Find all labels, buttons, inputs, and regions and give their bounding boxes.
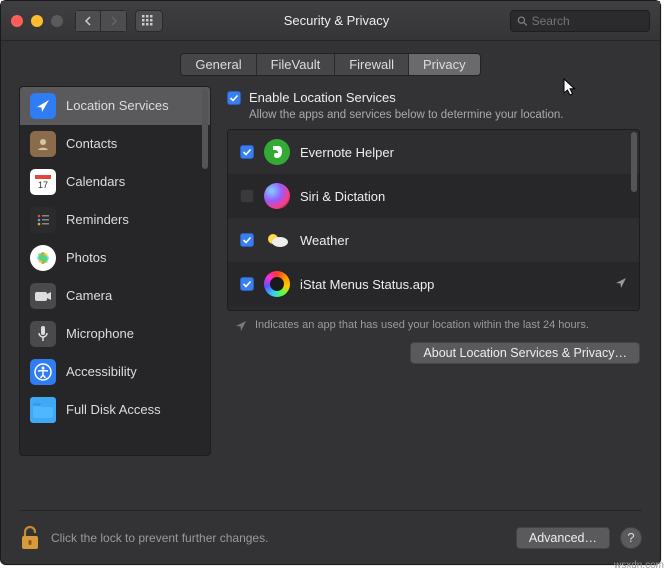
chevron-left-icon: [84, 16, 92, 26]
titlebar: Security & Privacy: [1, 1, 660, 41]
about-location-privacy-button[interactable]: About Location Services & Privacy…: [410, 342, 640, 364]
forward-button[interactable]: [101, 10, 127, 32]
window-title: Security & Privacy: [171, 13, 502, 28]
tabs: GeneralFileVaultFirewallPrivacy: [180, 53, 480, 76]
applist-scrollbar[interactable]: [631, 132, 637, 192]
search-icon: [517, 15, 528, 27]
microphone-icon: [30, 321, 56, 347]
back-button[interactable]: [75, 10, 101, 32]
zoom-button[interactable]: [51, 15, 63, 27]
show-all-button[interactable]: [135, 10, 163, 32]
sidebar-item-label: Photos: [66, 250, 106, 265]
privacy-category-sidebar[interactable]: Location Services Contacts 17 Calendars Remi…: [19, 86, 211, 456]
app-checkbox[interactable]: [240, 145, 254, 159]
sidebar-item-label: Reminders: [66, 212, 129, 227]
help-button[interactable]: ?: [620, 527, 642, 549]
indicator-note: Indicates an app that has used your loca…: [227, 311, 640, 332]
sidebar-item-photos[interactable]: Photos: [20, 239, 210, 277]
minimize-button[interactable]: [31, 15, 43, 27]
svg-text:17: 17: [38, 180, 48, 190]
close-button[interactable]: [11, 15, 23, 27]
folder-icon: [30, 397, 56, 423]
sidebar-item-label: Contacts: [66, 136, 117, 151]
enable-location-subtext: Allow the apps and services below to det…: [249, 109, 640, 121]
weather-app-icon: [264, 227, 290, 253]
preferences-window: Security & Privacy GeneralFileVaultFirew…: [0, 0, 661, 565]
reminders-icon: [30, 207, 56, 233]
sidebar-item-label: Full Disk Access: [66, 402, 161, 417]
sidebar-item-full-disk-access[interactable]: Full Disk Access: [20, 391, 210, 429]
lock-icon[interactable]: [19, 524, 41, 552]
photos-icon: [30, 245, 56, 271]
check-icon: [229, 93, 239, 103]
enable-location-row: Enable Location Services: [227, 90, 640, 105]
sidebar-item-label: Microphone: [66, 326, 134, 341]
app-row-istat-menus-status-app: iStat Menus Status.app: [228, 262, 639, 306]
sidebar-item-contacts[interactable]: Contacts: [20, 125, 210, 163]
enable-location-label: Enable Location Services: [249, 90, 396, 105]
contacts-icon: [30, 131, 56, 157]
watermark: wsxdn.com: [614, 560, 664, 571]
lock-text: Click the lock to prevent further change…: [51, 531, 268, 545]
sidebar-item-calendars[interactable]: 17 Calendars: [20, 163, 210, 201]
istat-app-icon: [264, 271, 290, 297]
sidebar-item-camera[interactable]: Camera: [20, 277, 210, 315]
app-row-weather: Weather: [228, 218, 639, 262]
app-name: Siri & Dictation: [300, 189, 385, 204]
location-used-indicator-icon: [615, 277, 627, 292]
sidebar-item-accessibility[interactable]: Accessibility: [20, 353, 210, 391]
chevron-right-icon: [110, 16, 118, 26]
footer: Click the lock to prevent further change…: [19, 510, 642, 564]
nav-back-forward: [75, 10, 127, 32]
app-name: iStat Menus Status.app: [300, 277, 434, 292]
sidebar-scrollbar[interactable]: [202, 89, 208, 169]
window-controls: [11, 15, 63, 27]
enable-location-checkbox[interactable]: [227, 91, 241, 105]
search-field[interactable]: [510, 10, 650, 32]
main-content: Location Services Contacts 17 Calendars Remi…: [1, 86, 660, 498]
sidebar-item-label: Location Services: [66, 98, 169, 113]
grid-icon: [142, 15, 156, 27]
sidebar-item-label: Camera: [66, 288, 112, 303]
sidebar-item-location-services[interactable]: Location Services: [20, 87, 210, 125]
sidebar-item-reminders[interactable]: Reminders: [20, 201, 210, 239]
app-name: Weather: [300, 233, 349, 248]
advanced-button[interactable]: Advanced…: [516, 527, 610, 549]
siri-app-icon: [264, 183, 290, 209]
app-checkbox[interactable]: [240, 233, 254, 247]
accessibility-icon: [30, 359, 56, 385]
app-checkbox[interactable]: [240, 189, 254, 203]
tab-privacy[interactable]: Privacy: [409, 54, 480, 75]
app-name: Evernote Helper: [300, 145, 394, 160]
app-checkbox[interactable]: [240, 277, 254, 291]
about-row: About Location Services & Privacy…: [227, 332, 640, 364]
calendar-icon: 17: [30, 169, 56, 195]
location-services-panel: Enable Location Services Allow the apps …: [225, 86, 642, 498]
search-input[interactable]: [532, 14, 643, 28]
location-indicator-icon: [235, 320, 247, 332]
app-row-evernote-helper: Evernote Helper: [228, 130, 639, 174]
location-icon: [30, 93, 56, 119]
evernote-app-icon: [264, 139, 290, 165]
tab-row: GeneralFileVaultFirewallPrivacy: [1, 41, 660, 86]
indicator-note-text: Indicates an app that has used your loca…: [255, 319, 589, 332]
tab-general[interactable]: General: [181, 54, 256, 75]
app-list[interactable]: Evernote Helper Siri & Dictation Weather iS…: [227, 129, 640, 311]
camera-icon: [30, 283, 56, 309]
tab-filevault[interactable]: FileVault: [257, 54, 336, 75]
sidebar-item-label: Accessibility: [66, 364, 137, 379]
app-row-siri-dictation: Siri & Dictation: [228, 174, 639, 218]
tab-firewall[interactable]: Firewall: [335, 54, 409, 75]
sidebar-item-microphone[interactable]: Microphone: [20, 315, 210, 353]
sidebar-item-label: Calendars: [66, 174, 125, 189]
